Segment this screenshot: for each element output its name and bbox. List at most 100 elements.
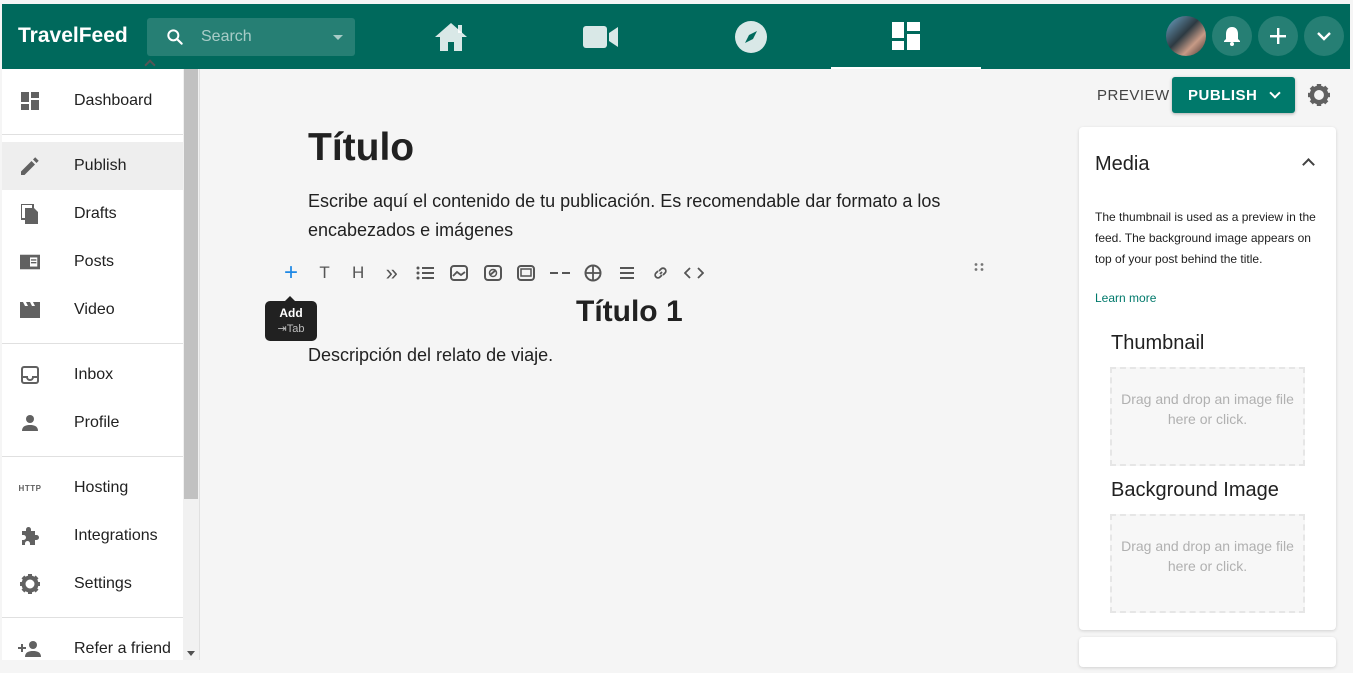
create-button[interactable]	[1258, 16, 1298, 56]
sidebar-item-posts[interactable]: Posts	[2, 238, 184, 286]
sidebar-item-refer[interactable]: Refer a friend	[2, 625, 184, 673]
sidebar-item-label: Drafts	[74, 205, 117, 222]
sidebar-item-label: Video	[74, 301, 115, 318]
add-block-button[interactable]: +	[280, 259, 302, 286]
post-intro-paragraph[interactable]: Escribe aquí el contenido de tu publicac…	[308, 187, 948, 245]
thumbnail-title: Thumbnail	[1111, 332, 1205, 354]
quote-block-button[interactable]: »	[381, 260, 403, 285]
gallery-block-button[interactable]	[515, 262, 537, 284]
top-app-bar: TravelFeed	[2, 4, 1350, 69]
nav-home[interactable]	[376, 4, 526, 69]
sidebar-item-hosting[interactable]: HTTP Hosting	[2, 464, 184, 512]
sidebar-scrollbar[interactable]	[183, 69, 199, 660]
thumbnail-dropzone[interactable]: Drag and drop an image file here or clic…	[1110, 367, 1305, 466]
chevron-down-icon	[1269, 87, 1281, 99]
align-block-button[interactable]	[616, 262, 638, 284]
sidebar-item-drafts[interactable]: Drafts	[2, 190, 184, 238]
story-description[interactable]: Descripción del relato de viaje.	[308, 345, 553, 366]
clapperboard-icon	[20, 300, 40, 320]
avatar-image	[1166, 16, 1206, 56]
publish-button[interactable]: PUBLISH	[1172, 77, 1295, 113]
sidebar-item-label: Integrations	[74, 527, 158, 544]
list-icon	[416, 266, 435, 280]
nav-explore[interactable]	[676, 4, 826, 69]
preview-button[interactable]: PREVIEW	[1097, 87, 1170, 104]
sidebar-item-label: Refer a friend	[74, 640, 171, 657]
scrollbar-thumb[interactable]	[184, 69, 198, 499]
background-image-title: Background Image	[1111, 479, 1279, 501]
embed-block-button[interactable]	[482, 262, 504, 284]
media-description: The thumbnail is used as a preview in th…	[1095, 210, 1316, 266]
heading-block-button[interactable]: H	[347, 262, 369, 284]
sidebar-item-publish[interactable]: Publish	[2, 142, 184, 190]
puzzle-icon	[20, 526, 40, 546]
image-icon	[449, 265, 468, 281]
dashboard-icon	[20, 91, 40, 111]
editor-settings-gear-icon[interactable]	[1308, 84, 1330, 106]
user-avatar[interactable]	[1166, 16, 1206, 56]
sidebar-item-profile[interactable]: Profile	[2, 399, 184, 447]
sidebar-item-inbox[interactable]: Inbox	[2, 351, 184, 399]
code-icon	[684, 267, 705, 279]
search-box[interactable]	[147, 18, 355, 56]
media-panel-title: Media	[1095, 153, 1150, 175]
inbox-icon	[20, 365, 40, 385]
image-block-button[interactable]	[448, 262, 470, 284]
sidebar-item-video[interactable]: Video	[2, 286, 184, 334]
sidebar-item-integrations[interactable]: Integrations	[2, 512, 184, 560]
gallery-icon	[517, 265, 536, 281]
divider-block-button[interactable]	[549, 262, 571, 284]
list-block-button[interactable]	[414, 262, 436, 284]
drag-handle-icon[interactable]	[973, 262, 985, 272]
account-menu-button[interactable]	[1304, 16, 1344, 56]
sidebar-divider	[2, 134, 184, 135]
drafts-icon	[20, 204, 40, 224]
video-icon	[583, 25, 618, 48]
code-block-button[interactable]	[683, 262, 705, 284]
table-icon	[584, 264, 602, 282]
bell-icon	[1224, 27, 1240, 46]
align-icon	[619, 267, 634, 279]
post-title[interactable]: Título	[308, 126, 414, 170]
link-block-button[interactable]	[650, 262, 672, 284]
http-icon: HTTP	[18, 483, 42, 493]
background-image-dropzone[interactable]: Drag and drop an image file here or clic…	[1110, 514, 1305, 613]
sidebar-divider	[2, 617, 184, 618]
notifications-button[interactable]	[1212, 16, 1252, 56]
sidebar-item-settings[interactable]: Settings	[2, 560, 184, 608]
learn-more-link[interactable]: Learn more	[1095, 291, 1156, 305]
compass-icon	[735, 20, 767, 53]
embed-link-icon	[483, 265, 502, 281]
nav-dashboard[interactable]	[831, 4, 981, 69]
sidebar-item-label: Settings	[74, 575, 132, 592]
pencil-icon	[20, 156, 40, 176]
scroll-down-arrow-icon[interactable]	[187, 651, 195, 656]
person-icon	[20, 413, 40, 433]
tooltip-title: Add	[279, 306, 303, 320]
link-icon	[653, 267, 667, 279]
search-icon	[167, 29, 183, 45]
sidebar-item-label: Profile	[74, 414, 120, 431]
gear-icon	[20, 574, 40, 594]
chevron-up-icon[interactable]	[1302, 158, 1315, 171]
story-heading[interactable]: Título 1	[576, 295, 683, 329]
search-input[interactable]	[201, 18, 321, 56]
brand-logo[interactable]: TravelFeed	[18, 24, 128, 48]
sidebar-divider	[2, 456, 184, 457]
table-block-button[interactable]	[582, 262, 604, 284]
sidebar-divider	[2, 343, 184, 344]
nav-video[interactable]	[526, 4, 676, 69]
plus-icon	[1270, 28, 1286, 44]
add-person-icon	[18, 639, 42, 659]
chevron-down-icon	[1317, 32, 1331, 41]
next-panel	[1079, 637, 1336, 667]
sidebar: Dashboard Publish Drafts Posts Video Inb…	[2, 59, 200, 660]
dashboard-icon	[892, 21, 920, 50]
tooltip-shortcut: ⇥Tab	[277, 323, 305, 335]
add-tooltip: Add ⇥Tab	[265, 296, 317, 341]
divider-icon	[549, 272, 570, 274]
text-block-button[interactable]: T	[314, 262, 336, 284]
sidebar-item-dashboard[interactable]: Dashboard	[2, 77, 184, 125]
sidebar-item-label: Hosting	[74, 479, 129, 496]
search-dropdown-caret-icon[interactable]	[333, 35, 343, 40]
